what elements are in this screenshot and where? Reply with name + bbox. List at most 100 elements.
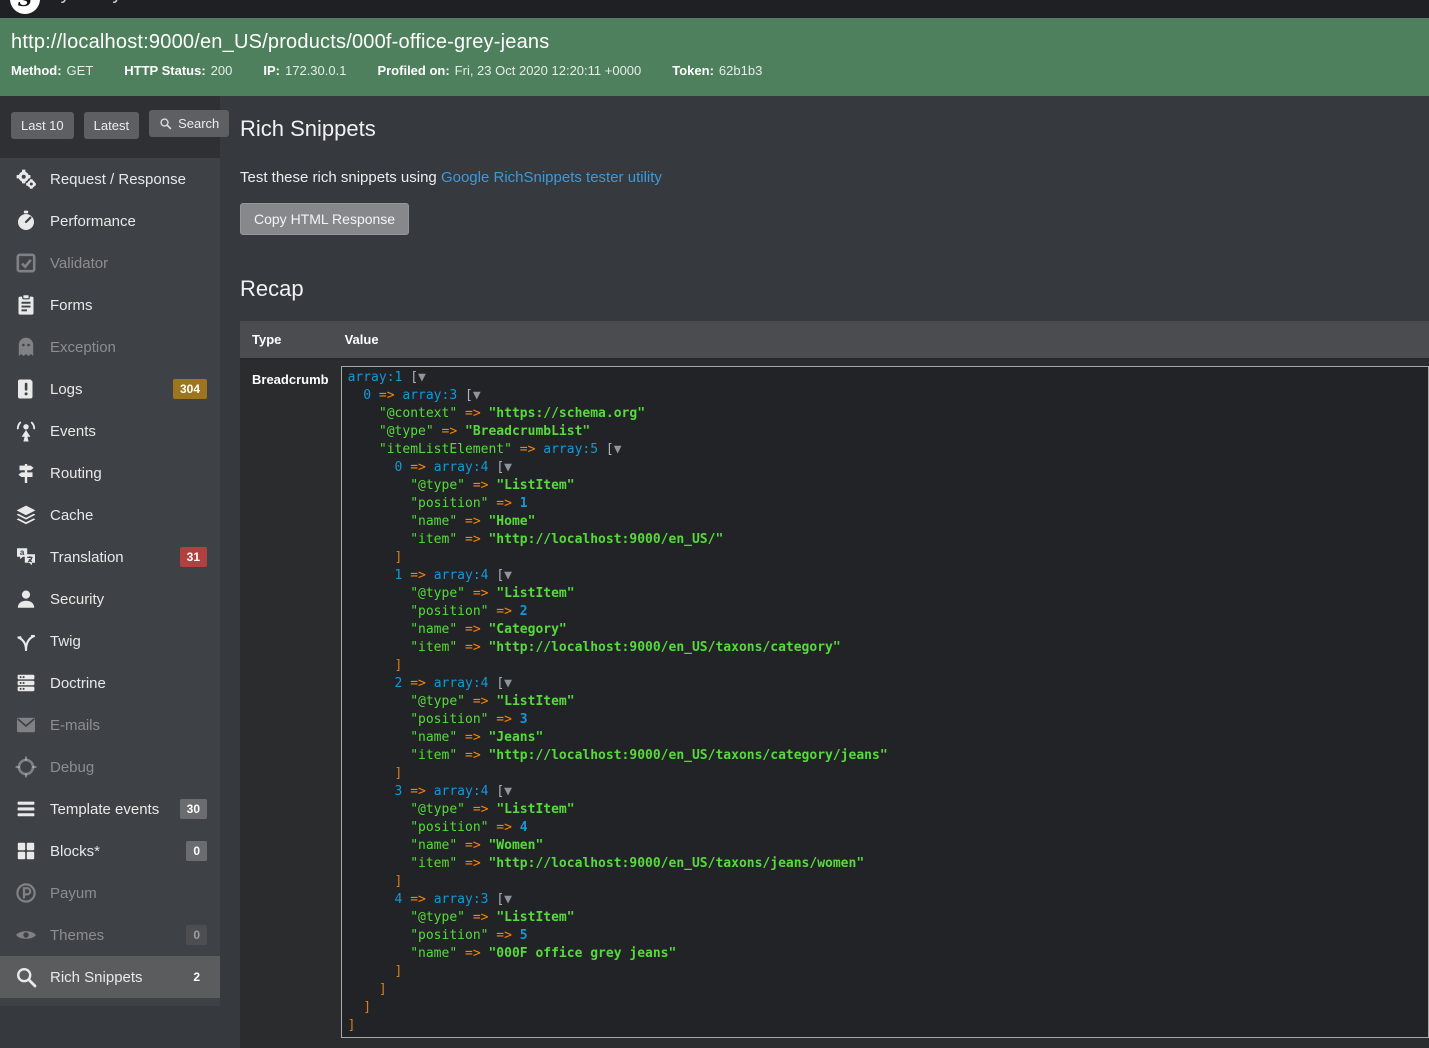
clipboard-icon <box>13 292 39 318</box>
dump-token: "@type" <box>410 478 465 493</box>
dump-token <box>348 946 411 961</box>
dump-token: array:1 <box>348 370 403 385</box>
sidebar-item-label: Rich Snippets <box>50 969 178 986</box>
sidebar-item-label: Themes <box>50 927 178 944</box>
dump-token <box>348 820 411 835</box>
dump-token: => <box>488 496 519 511</box>
richsnippets-tester-link[interactable]: Google RichSnippets tester utility <box>441 169 662 186</box>
dump-token: "http://localhost:9000/en_US/" <box>488 532 723 547</box>
sidebar-item-forms[interactable]: Forms <box>0 284 220 326</box>
sidebar-item-themes: Themes0 <box>0 914 220 956</box>
sidebar-item-translation[interactable]: aTranslation31 <box>0 536 220 578</box>
last-10-button[interactable]: Last 10 <box>11 112 74 139</box>
database-icon <box>13 670 39 696</box>
envelope-icon <box>13 712 39 738</box>
dump-token: => <box>457 838 488 853</box>
sidebar-menu: Request / ResponsePerformanceValidatorFo… <box>0 158 220 998</box>
sidebar-item-label: Blocks* <box>50 843 178 860</box>
dump-toggle-icon[interactable]: ▼ <box>504 568 512 583</box>
dump-token <box>598 442 606 457</box>
column-header-type: Type <box>240 321 341 359</box>
dump-token: => <box>488 820 519 835</box>
sidebar-item-template-events[interactable]: Template events30 <box>0 788 220 830</box>
dump-token: "Home" <box>488 514 535 529</box>
dump-token: => <box>488 604 519 619</box>
dump-token: => <box>488 928 519 943</box>
dump-token: "item" <box>410 748 457 763</box>
sidebar-item-label: Forms <box>50 297 207 314</box>
sidebar-item-routing[interactable]: Routing <box>0 452 220 494</box>
dump-token: "name" <box>410 946 457 961</box>
button-label: Latest <box>94 118 129 133</box>
sidebar-item-payum: Payum <box>0 872 220 914</box>
intro-text: Test these rich snippets using Google Ri… <box>240 169 1429 186</box>
dump-token: => <box>402 460 433 475</box>
signpost-icon <box>13 460 39 486</box>
dump-token <box>457 388 465 403</box>
sidebar-item-request-response[interactable]: Request / Response <box>0 158 220 200</box>
dump-token: array:4 <box>434 676 489 691</box>
dump-toggle-icon[interactable]: ▼ <box>473 388 481 403</box>
meta-ip: IP:172.30.0.1 <box>263 63 346 78</box>
dump-toggle-icon[interactable]: ▼ <box>504 460 512 475</box>
copy-html-response-button[interactable]: Copy HTML Response <box>240 203 409 235</box>
dump-token: "BreadcrumbList" <box>465 424 590 439</box>
crosshair-icon <box>13 754 39 780</box>
sidebar-item-label: Logs <box>50 381 165 398</box>
row-type-label: Breadcrumb <box>240 359 341 1048</box>
dump-toggle-icon[interactable]: ▼ <box>504 892 512 907</box>
dump-token: "Jeans" <box>488 730 543 745</box>
sidebar-item-doctrine[interactable]: Doctrine <box>0 662 220 704</box>
symfony-logo-icon[interactable]: S <box>10 0 40 14</box>
sidebar-item-rich-snippets[interactable]: Rich Snippets2 <box>0 956 220 998</box>
recap-table: Type Value Breadcrumb array:1 [▼ 0 => ar… <box>240 321 1429 1048</box>
dump-token: => <box>457 532 488 547</box>
sidebar-item-cache[interactable]: Cache <box>0 494 220 536</box>
dump-token: "name" <box>410 622 457 637</box>
dump-token: "item" <box>410 532 457 547</box>
dump-token: ] <box>363 1000 371 1015</box>
sidebar-item-performance[interactable]: Performance <box>0 200 220 242</box>
dump-token <box>348 712 411 727</box>
dump-token: => <box>402 784 433 799</box>
search-button[interactable]: Search <box>149 110 229 137</box>
dump-token: => <box>457 406 488 421</box>
dump-token <box>348 964 395 979</box>
dump-token: => <box>488 712 519 727</box>
sidebar-item-twig[interactable]: Twig <box>0 620 220 662</box>
dump-token: 3 <box>520 712 528 727</box>
dump-token <box>348 910 411 925</box>
dump-token: "item" <box>410 856 457 871</box>
dump-token: [ <box>496 676 504 691</box>
sidebar: Last 10 Latest Search Request / ResponsePe… <box>0 96 220 1006</box>
button-label: Search <box>178 116 219 131</box>
dump-token: "http://localhost:9000/en_US/taxons/cate… <box>488 640 840 655</box>
dump-token <box>348 532 411 547</box>
svg-text:S: S <box>18 0 32 11</box>
dump-token: [ <box>465 388 473 403</box>
dump-toggle-icon[interactable]: ▼ <box>504 676 512 691</box>
dump-token: ] <box>395 658 403 673</box>
sidebar-item-blocks[interactable]: Blocks*0 <box>0 830 220 872</box>
sidebar-item-events[interactable]: Events <box>0 410 220 452</box>
dump-token: "item" <box>410 640 457 655</box>
dump-toggle-icon[interactable]: ▼ <box>418 370 426 385</box>
dump-token <box>348 550 395 565</box>
meta-http-status: HTTP Status:200 <box>124 63 232 78</box>
dump-token: => <box>434 424 465 439</box>
dump-token <box>348 802 411 817</box>
dump-token <box>348 838 411 853</box>
latest-button[interactable]: Latest <box>84 112 139 139</box>
dump-token: "name" <box>410 730 457 745</box>
dump-token: array:3 <box>434 892 489 907</box>
dump-token: ] <box>379 982 387 997</box>
sidebar-item-logs[interactable]: Logs304 <box>0 368 220 410</box>
alert-icon <box>13 376 39 402</box>
dump-toggle-icon[interactable]: ▼ <box>504 784 512 799</box>
dump-token: => <box>457 730 488 745</box>
dump-token: "position" <box>410 820 488 835</box>
sidebar-item-security[interactable]: Security <box>0 578 220 620</box>
dump-token: [ <box>496 784 504 799</box>
dump-token <box>348 604 411 619</box>
dump-toggle-icon[interactable]: ▼ <box>614 442 622 457</box>
